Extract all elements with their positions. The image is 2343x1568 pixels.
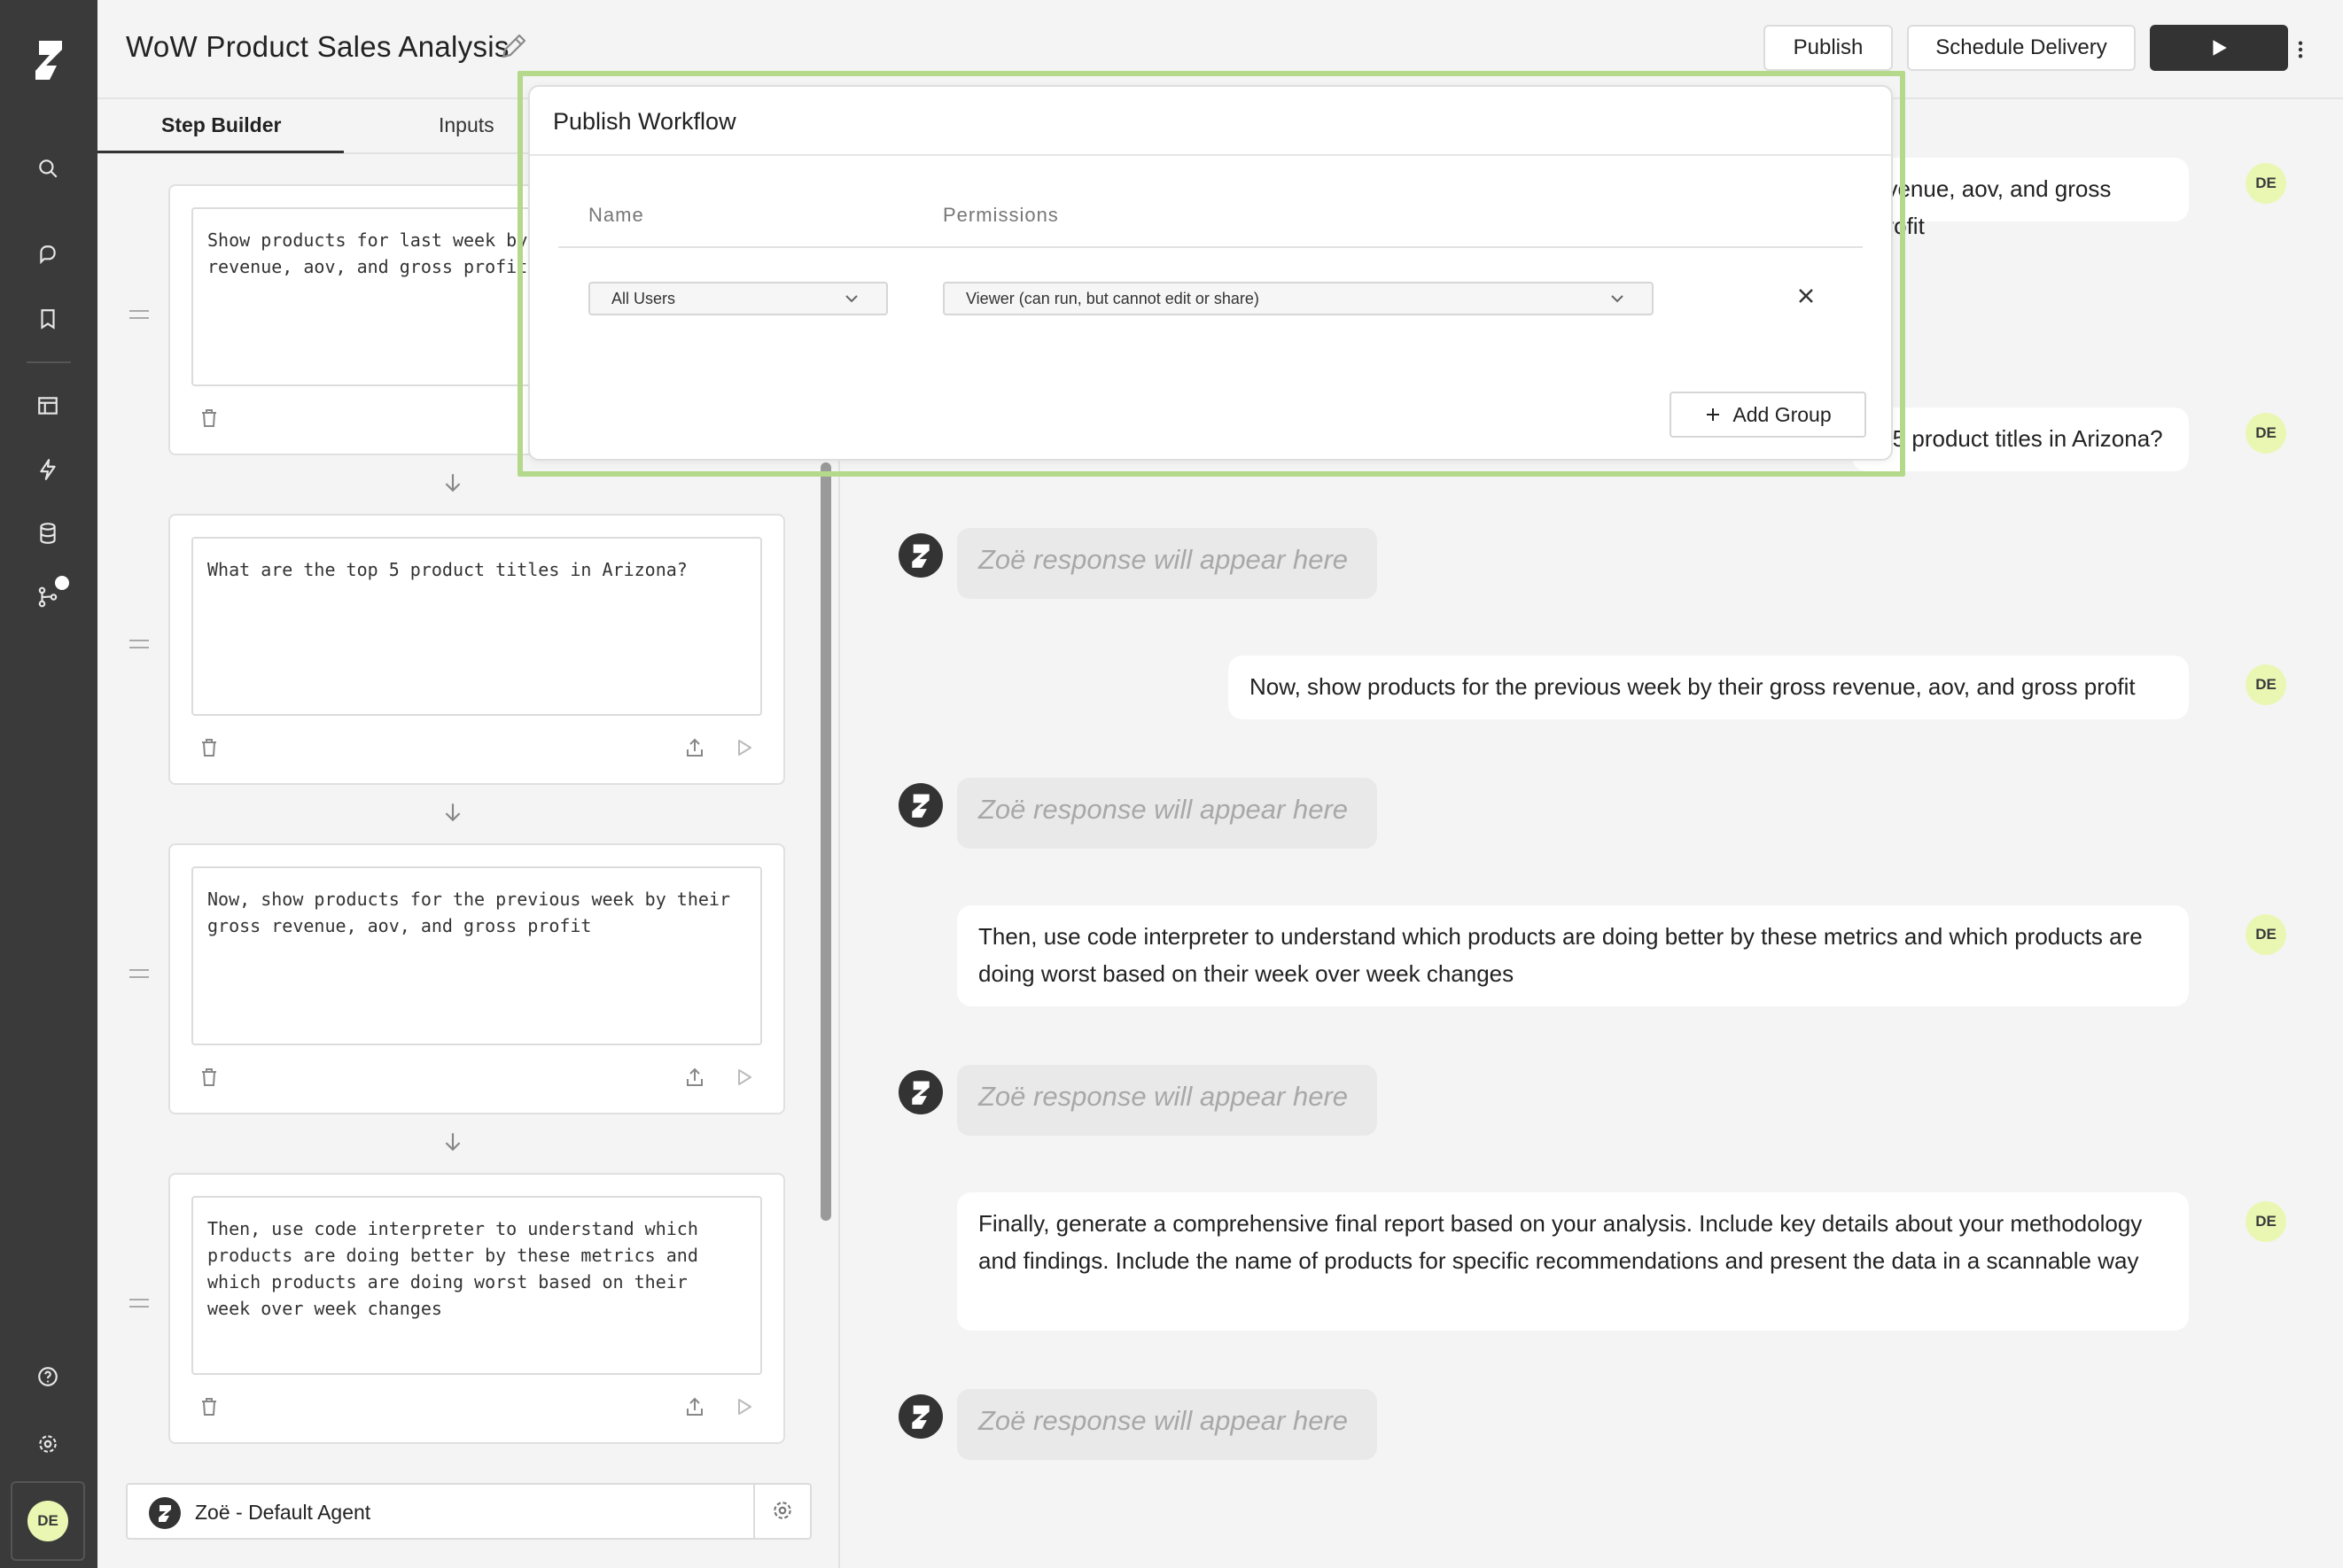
agent-settings-icon[interactable] — [771, 1499, 798, 1525]
drag-handle-icon[interactable] — [129, 638, 149, 650]
bot-response-placeholder: Zoë response will appear here — [957, 1389, 1377, 1460]
trash-icon[interactable] — [198, 408, 223, 432]
add-group-button[interactable]: Add Group — [1670, 392, 1866, 438]
user-menu[interactable]: DE — [11, 1481, 85, 1561]
gear-icon[interactable] — [32, 1428, 64, 1460]
upload-icon[interactable] — [684, 1067, 709, 1091]
user-message: Now, show products for the previous week… — [1228, 656, 2189, 719]
help-icon[interactable] — [32, 1361, 64, 1393]
drag-handle-icon[interactable] — [129, 1297, 149, 1309]
chat-icon[interactable] — [32, 239, 64, 271]
remove-group-icon[interactable] — [1795, 285, 1820, 310]
lightning-icon[interactable] — [32, 454, 64, 485]
agent-name: Zoë - Default Agent — [195, 1501, 371, 1524]
zoe-logo-icon — [899, 1070, 943, 1114]
rail-divider — [27, 361, 71, 363]
arrow-down-icon — [441, 801, 466, 826]
zoe-logo-icon — [899, 783, 943, 827]
trash-icon[interactable] — [198, 1067, 223, 1091]
logo-icon[interactable] — [27, 35, 71, 85]
message-text: Then, use code interpreter to understand… — [978, 923, 2143, 987]
message-text: Now, show products for the previous week… — [1249, 673, 2136, 700]
plus-icon — [1707, 408, 1720, 421]
bot-response-placeholder: Zoë response will appear here — [957, 528, 1377, 599]
arrow-down-icon — [441, 1130, 466, 1155]
modal-title: Publish Workflow — [553, 108, 736, 135]
more-options-icon[interactable] — [2283, 32, 2318, 67]
zoe-logo-icon — [899, 533, 943, 578]
run-button[interactable] — [2150, 25, 2288, 71]
drag-handle-icon[interactable] — [129, 967, 149, 980]
tab-inputs[interactable]: Inputs — [439, 113, 494, 137]
notification-dot — [55, 576, 69, 590]
permission-select[interactable]: Viewer (can run, but cannot edit or shar… — [943, 282, 1654, 315]
agent-logo-icon — [149, 1497, 181, 1529]
user-message: Finally, generate a comprehensive final … — [957, 1192, 2189, 1331]
bot-response-placeholder: Zoë response will appear here — [957, 778, 1377, 849]
group-select-value: All Users — [611, 290, 676, 307]
step-list-scrollbar[interactable] — [821, 462, 831, 1221]
add-group-label: Add Group — [1732, 402, 1832, 426]
step-card: What are the top 5 product titles in Ari… — [168, 514, 785, 785]
permission-select-value: Viewer (can run, but cannot edit or shar… — [966, 290, 1259, 307]
user-avatar: DE — [2246, 664, 2286, 705]
publish-button[interactable]: Publish — [1763, 25, 1893, 71]
drag-handle-icon[interactable] — [129, 308, 149, 321]
group-select[interactable]: All Users — [588, 282, 888, 315]
upload-icon[interactable] — [684, 1396, 709, 1421]
play-step-icon[interactable] — [734, 1396, 759, 1421]
bookmark-icon[interactable] — [32, 303, 64, 335]
message-text: Finally, generate a comprehensive final … — [978, 1210, 2143, 1274]
schedule-delivery-button[interactable]: Schedule Delivery — [1907, 25, 2136, 71]
active-tab-indicator — [97, 151, 344, 153]
user-avatar: DE — [2246, 1201, 2286, 1242]
step-prompt-input[interactable]: Now, show products for the previous week… — [191, 866, 762, 1045]
step-prompt-input[interactable]: Then, use code interpreter to understand… — [191, 1196, 762, 1375]
modal-divider — [530, 154, 1891, 156]
user-avatar: DE — [2246, 413, 2286, 454]
table-header-divider — [558, 246, 1863, 248]
arrow-down-icon — [441, 471, 466, 496]
step-card: Now, show products for the previous week… — [168, 843, 785, 1114]
publish-workflow-modal: Publish Workflow Name Permissions All Us… — [528, 85, 1893, 461]
upload-icon[interactable] — [684, 737, 709, 762]
zoe-logo-icon — [899, 1394, 943, 1439]
message-text: evenue, aov, and gross profit — [1873, 175, 2112, 239]
layout-icon[interactable] — [32, 390, 64, 422]
user-message: Then, use code interpreter to understand… — [957, 905, 2189, 1006]
play-icon — [2213, 40, 2227, 56]
page-title: WoW Product Sales Analysis — [126, 30, 510, 63]
trash-icon[interactable] — [198, 1396, 223, 1421]
user-avatar: DE — [2246, 914, 2286, 955]
left-rail: DE — [0, 0, 97, 1568]
step-prompt-input[interactable]: What are the top 5 product titles in Ari… — [191, 537, 762, 716]
database-icon[interactable] — [32, 517, 64, 549]
bot-response-placeholder: Zoë response will appear here — [957, 1065, 1377, 1136]
edit-title-icon[interactable] — [498, 32, 528, 62]
search-icon[interactable] — [32, 152, 64, 184]
play-step-icon[interactable] — [734, 737, 759, 762]
agent-bar-divider — [753, 1485, 755, 1538]
agent-selector[interactable]: Zoë - Default Agent — [126, 1483, 812, 1540]
column-header-permissions: Permissions — [943, 204, 1059, 226]
message-text: p 5 product titles in Arizona? — [1873, 425, 2163, 452]
tab-step-builder[interactable]: Step Builder — [161, 113, 281, 137]
column-header-name: Name — [588, 204, 644, 226]
chevron-down-icon — [845, 295, 858, 303]
chevron-down-icon — [1611, 295, 1623, 303]
step-card: Then, use code interpreter to understand… — [168, 1173, 785, 1444]
trash-icon[interactable] — [198, 737, 223, 762]
avatar: DE — [27, 1501, 68, 1541]
user-avatar: DE — [2246, 163, 2286, 204]
play-step-icon[interactable] — [734, 1067, 759, 1091]
